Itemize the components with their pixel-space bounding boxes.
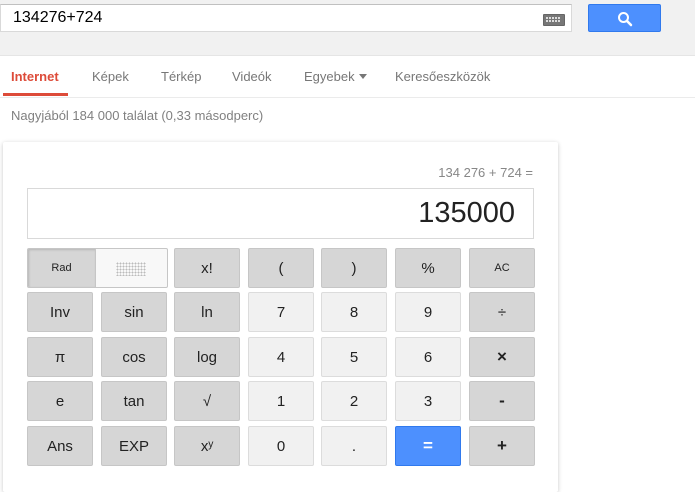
decimal-point-button[interactable]: . <box>321 426 387 466</box>
equals-button[interactable]: = <box>395 426 461 466</box>
pi-button[interactable]: π <box>27 337 93 377</box>
calc-display: 135000 <box>27 188 534 239</box>
digit-5-button[interactable]: 5 <box>321 337 387 377</box>
power-button[interactable]: xʸ <box>174 426 240 466</box>
sin-button[interactable]: sin <box>101 292 167 332</box>
ans-button[interactable]: Ans <box>27 426 93 466</box>
log-button[interactable]: log <box>174 337 240 377</box>
e-button[interactable]: e <box>27 381 93 421</box>
digit-1-button[interactable]: 1 <box>248 381 314 421</box>
tab-more-label: Egyebek <box>304 69 355 84</box>
tan-button[interactable]: tan <box>101 381 167 421</box>
digit-2-button[interactable]: 2 <box>321 381 387 421</box>
multiply-button[interactable]: × <box>469 337 535 377</box>
right-paren-button[interactable]: ) <box>321 248 387 288</box>
search-header <box>0 0 695 56</box>
search-tabs: Internet Képek Térkép Videók Egyebek Ker… <box>0 56 695 98</box>
result-stats: Nagyjából 184 000 találat (0,33 másodper… <box>11 108 264 123</box>
all-clear-button[interactable]: AC <box>469 248 535 288</box>
rad-deg-toggle: Rad <box>27 248 168 288</box>
tab-maps[interactable]: Térkép <box>161 69 201 84</box>
keyboard-icon[interactable] <box>543 14 565 26</box>
plus-button[interactable]: + <box>469 426 535 466</box>
factorial-button[interactable]: x! <box>174 248 240 288</box>
tab-more[interactable]: Egyebek <box>304 69 367 84</box>
digit-9-button[interactable]: 9 <box>395 292 461 332</box>
minus-button[interactable]: - <box>469 381 535 421</box>
inverse-button[interactable]: Inv <box>27 292 93 332</box>
cos-button[interactable]: cos <box>101 337 167 377</box>
sqrt-button[interactable]: √ <box>174 381 240 421</box>
tab-internet[interactable]: Internet <box>11 69 59 84</box>
ln-button[interactable]: ln <box>174 292 240 332</box>
digit-8-button[interactable]: 8 <box>321 292 387 332</box>
active-tab-indicator <box>3 93 68 96</box>
chevron-down-icon <box>358 74 367 80</box>
search-button[interactable] <box>588 4 661 32</box>
left-paren-button[interactable]: ( <box>248 248 314 288</box>
search-box[interactable] <box>0 4 572 32</box>
search-icon <box>618 12 633 27</box>
calc-history: 134 276 + 724 = <box>438 165 533 180</box>
digit-4-button[interactable]: 4 <box>248 337 314 377</box>
digit-7-button[interactable]: 7 <box>248 292 314 332</box>
deg-dots-icon <box>116 262 146 276</box>
rad-button[interactable]: Rad <box>28 249 96 287</box>
digit-6-button[interactable]: 6 <box>395 337 461 377</box>
digit-0-button[interactable]: 0 <box>248 426 314 466</box>
digit-3-button[interactable]: 3 <box>395 381 461 421</box>
percent-button[interactable]: % <box>395 248 461 288</box>
exp-button[interactable]: EXP <box>101 426 167 466</box>
divide-button[interactable]: ÷ <box>469 292 535 332</box>
tab-images[interactable]: Képek <box>92 69 129 84</box>
tab-videos[interactable]: Videók <box>232 69 272 84</box>
search-input[interactable] <box>13 8 533 28</box>
deg-button[interactable] <box>96 249 167 287</box>
calc-result: 135000 <box>418 197 515 229</box>
calculator-card: 134 276 + 724 = 135000 Rad x! ( ) % AC I… <box>3 142 558 492</box>
tab-search-tools[interactable]: Keresőeszközök <box>395 69 490 84</box>
